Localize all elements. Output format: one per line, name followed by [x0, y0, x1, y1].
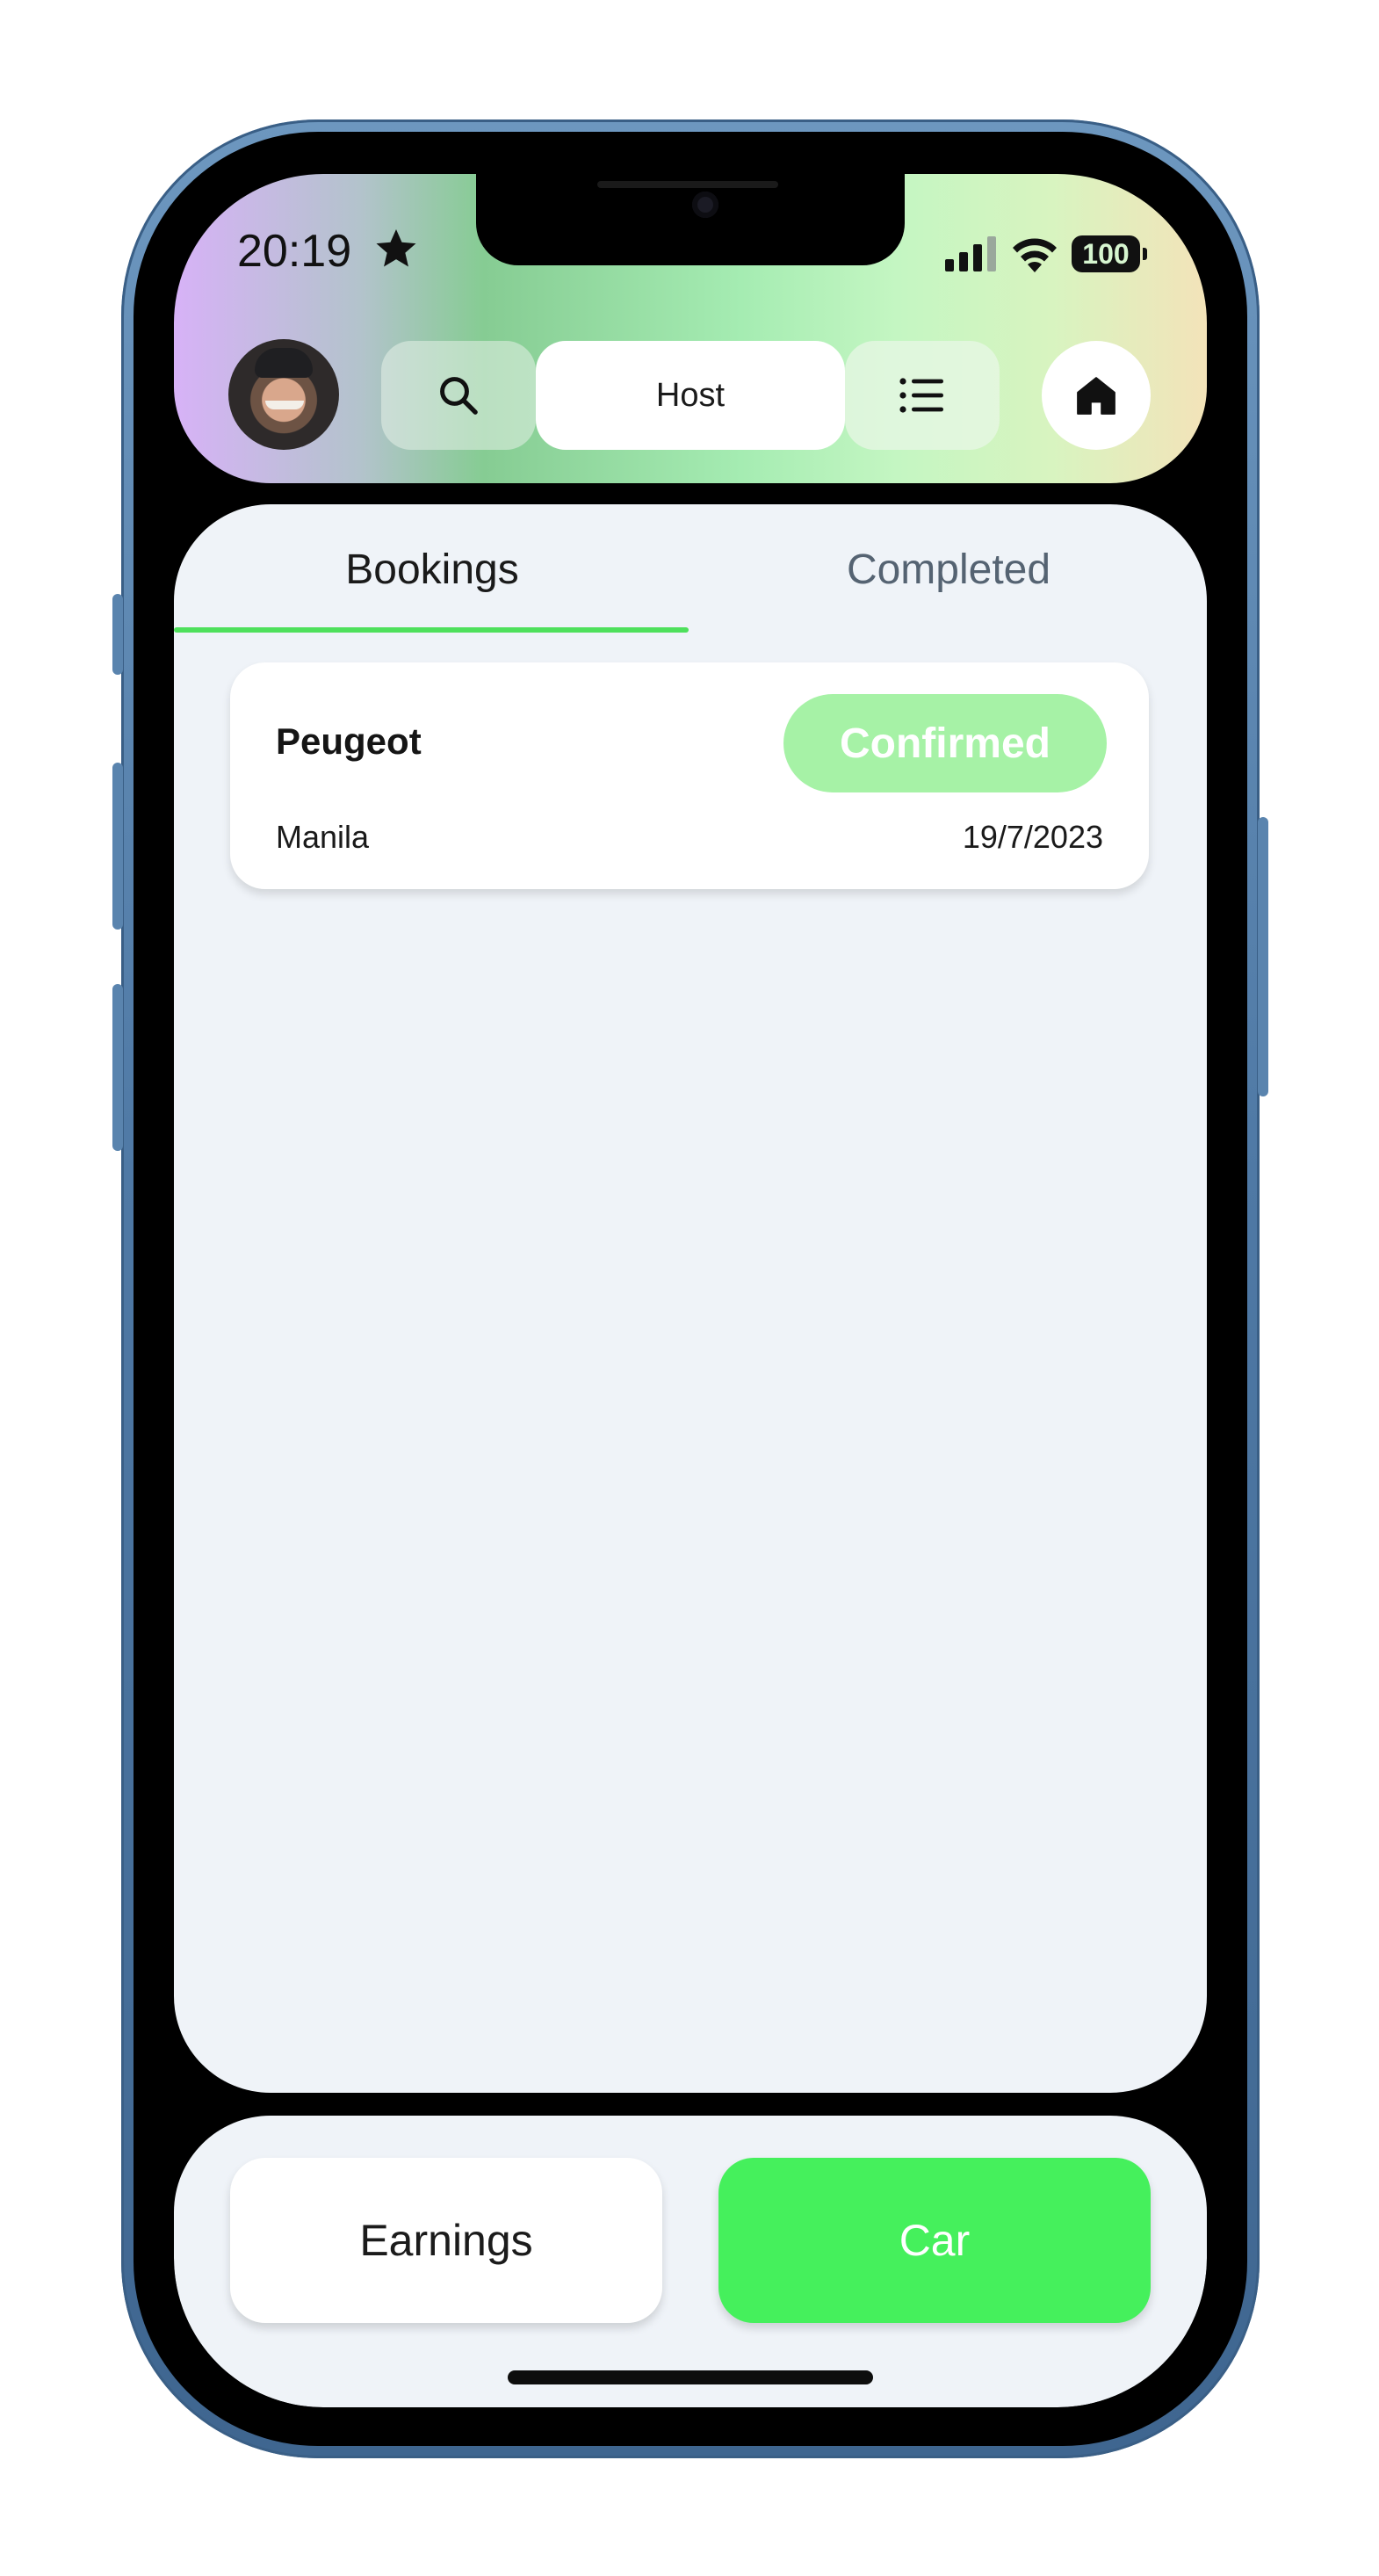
star-icon — [376, 228, 416, 267]
earnings-label: Earnings — [359, 2216, 533, 2265]
speaker — [597, 181, 778, 188]
home-icon — [1077, 377, 1115, 415]
tab-bookings-label: Bookings — [345, 546, 519, 593]
bookings-panel: Bookings Completed Peugeot Confirmed Man… — [174, 504, 1207, 2093]
host-mode-button[interactable]: Host — [536, 341, 845, 450]
mute-switch — [112, 594, 123, 675]
volume-up-button — [112, 763, 123, 930]
home-indicator[interactable] — [508, 2370, 873, 2384]
menu-button[interactable] — [845, 341, 1000, 450]
bottom-nav: Earnings Car — [174, 2116, 1207, 2407]
active-tab-indicator — [174, 627, 689, 633]
signal-icon — [945, 236, 996, 271]
screen: 20:19 100 Host Bookings Completed Peugeo… — [174, 174, 1207, 2407]
status-badge: Confirmed — [783, 694, 1107, 792]
earnings-button[interactable]: Earnings — [230, 2158, 662, 2323]
tab-completed[interactable]: Completed — [690, 541, 1207, 597]
tab-bookings[interactable]: Bookings — [174, 541, 690, 597]
booking-car-name: Peugeot — [276, 720, 422, 762]
tab-completed-label: Completed — [846, 546, 1051, 593]
booking-card[interactable]: Peugeot Confirmed Manila 19/7/2023 — [230, 662, 1149, 889]
avatar[interactable] — [228, 339, 339, 450]
wifi-icon — [1013, 238, 1057, 272]
mode-switcher: Host — [381, 341, 1000, 450]
booking-date: 19/7/2023 — [962, 819, 1103, 855]
car-button[interactable]: Car — [718, 2158, 1151, 2323]
home-button[interactable] — [1042, 341, 1151, 450]
status-icons: 100 — [945, 234, 1147, 274]
search-button[interactable] — [381, 341, 536, 450]
status-time: 20:19 — [237, 226, 352, 277]
power-button — [1258, 817, 1268, 1096]
search-icon — [440, 377, 478, 415]
volume-down-button — [112, 984, 123, 1151]
list-icon — [899, 378, 943, 413]
host-label: Host — [655, 376, 726, 414]
battery-icon: 100 — [1072, 235, 1147, 272]
booking-location: Manila — [276, 819, 370, 855]
battery-level: 100 — [1082, 237, 1130, 270]
front-camera — [692, 192, 718, 218]
car-label: Car — [899, 2216, 971, 2265]
